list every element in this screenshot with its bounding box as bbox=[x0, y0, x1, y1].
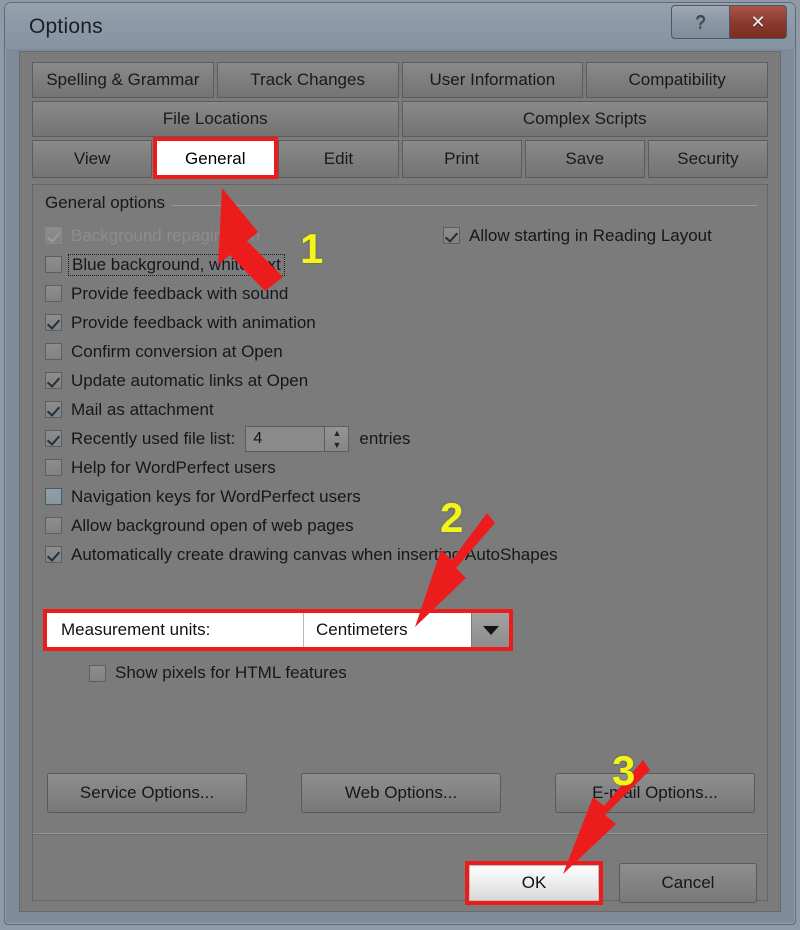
measurement-units-label: Measurement units: bbox=[47, 613, 303, 647]
label-background-web-open: Allow background open of web pages bbox=[71, 515, 354, 535]
checkbox-drawing-canvas[interactable] bbox=[45, 546, 62, 563]
tab-user-information[interactable]: User Information bbox=[401, 62, 584, 98]
checkbox-show-pixels[interactable] bbox=[89, 664, 106, 682]
spin-up-icon[interactable]: ▲ bbox=[325, 427, 348, 439]
checkbox-confirm-conversion[interactable] bbox=[45, 343, 62, 360]
checkbox-row-show-pixels[interactable]: Show pixels for HTML features bbox=[89, 663, 347, 683]
checkbox-row-recent-files[interactable]: Recently used file list: 4 ▲ ▼ entries bbox=[45, 424, 757, 453]
general-panel: General options Background repagination … bbox=[32, 184, 768, 905]
tab-security[interactable]: Security bbox=[647, 140, 769, 178]
label-show-pixels: Show pixels for HTML features bbox=[115, 663, 347, 682]
checkbox-row-drawing-canvas[interactable]: Automatically create drawing canvas when… bbox=[45, 540, 757, 569]
measurement-units-highlight: Measurement units: Centimeters bbox=[43, 609, 513, 651]
label-reading-layout: Allow starting in Reading Layout bbox=[469, 225, 712, 245]
checkbox-row-confirm-conversion[interactable]: Confirm conversion at Open bbox=[45, 337, 757, 366]
dialog-body: Spelling & Grammar Track Changes User In… bbox=[19, 51, 781, 912]
step-number-1: 1 bbox=[300, 225, 324, 272]
checkbox-background-web-open[interactable] bbox=[45, 517, 62, 534]
service-options-button[interactable]: Service Options... bbox=[47, 773, 247, 813]
tab-edit[interactable]: Edit bbox=[278, 140, 399, 178]
checkbox-row-blue-background[interactable]: Blue background, white text bbox=[45, 250, 757, 279]
recent-files-spin-buttons[interactable]: ▲ ▼ bbox=[325, 425, 350, 452]
tab-compatibility[interactable]: Compatibility bbox=[586, 62, 768, 98]
label-mail-attachment: Mail as attachment bbox=[71, 399, 214, 419]
checkbox-row-mail-attachment[interactable]: Mail as attachment bbox=[45, 395, 757, 424]
checkbox-navigation-keys[interactable] bbox=[45, 488, 62, 505]
web-options-button[interactable]: Web Options... bbox=[301, 773, 501, 813]
window-buttons: ? ✕ bbox=[671, 5, 787, 41]
footer-divider-shadow bbox=[33, 834, 767, 835]
tab-complex-scripts[interactable]: Complex Scripts bbox=[401, 101, 768, 137]
label-feedback-animation: Provide feedback with animation bbox=[71, 312, 316, 332]
label-confirm-conversion: Confirm conversion at Open bbox=[71, 341, 283, 361]
checkbox-row-background-web-open[interactable]: Allow background open of web pages bbox=[45, 511, 757, 540]
ok-button[interactable]: OK bbox=[469, 865, 599, 901]
label-navigation-keys: Navigation keys for WordPerfect users bbox=[71, 486, 361, 506]
label-feedback-sound: Provide feedback with sound bbox=[71, 283, 289, 303]
tab-row-2: File Locations Complex Scripts bbox=[32, 101, 768, 137]
general-options-list: Background repagination Blue background,… bbox=[45, 221, 757, 569]
tab-row-3: View General Edit Print Save Security bbox=[32, 140, 769, 178]
tab-file-locations[interactable]: File Locations bbox=[32, 101, 399, 137]
chevron-down-icon[interactable] bbox=[471, 613, 509, 647]
checkbox-row-update-links[interactable]: Update automatic links at Open bbox=[45, 366, 757, 395]
checkbox-feedback-sound[interactable] bbox=[45, 285, 62, 302]
screenshot-root: Options ? ✕ Spelling & Grammar Track Cha… bbox=[0, 0, 800, 930]
help-icon[interactable]: ? bbox=[671, 5, 729, 39]
recent-files-input[interactable]: 4 bbox=[245, 425, 326, 452]
window-title: Options bbox=[29, 15, 103, 38]
checkbox-help-wordperfect[interactable] bbox=[45, 459, 62, 476]
tab-strip: Spelling & Grammar Track Changes User In… bbox=[32, 62, 769, 181]
title-bar: Options ? ✕ bbox=[5, 3, 795, 49]
tab-print[interactable]: Print bbox=[401, 140, 522, 178]
tab-save[interactable]: Save bbox=[524, 140, 645, 178]
ok-button-highlight: OK bbox=[465, 861, 603, 905]
tab-row-1: Spelling & Grammar Track Changes User In… bbox=[32, 62, 768, 98]
cancel-button[interactable]: Cancel bbox=[619, 863, 757, 903]
step-number-3: 3 bbox=[612, 747, 636, 794]
footer-buttons: OK Cancel bbox=[465, 861, 757, 905]
checkbox-background-repagination[interactable] bbox=[45, 227, 62, 244]
tab-track-changes[interactable]: Track Changes bbox=[216, 62, 399, 98]
spin-down-icon[interactable]: ▼ bbox=[325, 439, 348, 451]
label-drawing-canvas: Automatically create drawing canvas when… bbox=[71, 544, 558, 564]
checkbox-feedback-animation[interactable] bbox=[45, 314, 62, 331]
checkbox-blue-background[interactable] bbox=[45, 256, 62, 273]
label-entries-suffix: entries bbox=[359, 428, 411, 448]
checkbox-row-navigation-keys[interactable]: Navigation keys for WordPerfect users bbox=[45, 482, 757, 511]
checkbox-recent-files[interactable] bbox=[45, 430, 62, 447]
tab-general[interactable]: General bbox=[155, 140, 276, 178]
checkbox-row-feedback-animation[interactable]: Provide feedback with animation bbox=[45, 308, 757, 337]
close-icon[interactable]: ✕ bbox=[729, 5, 787, 39]
measurement-units-select[interactable]: Centimeters bbox=[303, 613, 471, 647]
label-help-wordperfect: Help for WordPerfect users bbox=[71, 457, 276, 477]
checkbox-row-feedback-sound[interactable]: Provide feedback with sound bbox=[45, 279, 757, 308]
checkbox-mail-attachment[interactable] bbox=[45, 401, 62, 418]
label-blue-background: Blue background, white text bbox=[68, 253, 285, 276]
recent-files-stepper[interactable]: 4 ▲ ▼ bbox=[245, 425, 350, 452]
options-dialog-window: Options ? ✕ Spelling & Grammar Track Cha… bbox=[4, 2, 796, 925]
checkbox-reading-layout[interactable] bbox=[443, 227, 460, 244]
label-recent-files: Recently used file list: bbox=[71, 428, 236, 448]
tab-view[interactable]: View bbox=[32, 140, 153, 178]
checkbox-row-reading-layout[interactable]: Allow starting in Reading Layout bbox=[443, 221, 712, 250]
option-buttons-row: Service Options... Web Options... E-mail… bbox=[47, 773, 755, 813]
label-update-links: Update automatic links at Open bbox=[71, 370, 309, 390]
tab-spelling-grammar[interactable]: Spelling & Grammar bbox=[32, 62, 214, 98]
label-background-repagination: Background repagination bbox=[71, 225, 261, 245]
step-number-2: 2 bbox=[440, 494, 464, 541]
email-options-button[interactable]: E-mail Options... bbox=[555, 773, 755, 813]
checkbox-update-links[interactable] bbox=[45, 372, 62, 389]
group-label-general-options: General options bbox=[45, 193, 173, 213]
checkbox-row-help-wordperfect[interactable]: Help for WordPerfect users bbox=[45, 453, 757, 482]
